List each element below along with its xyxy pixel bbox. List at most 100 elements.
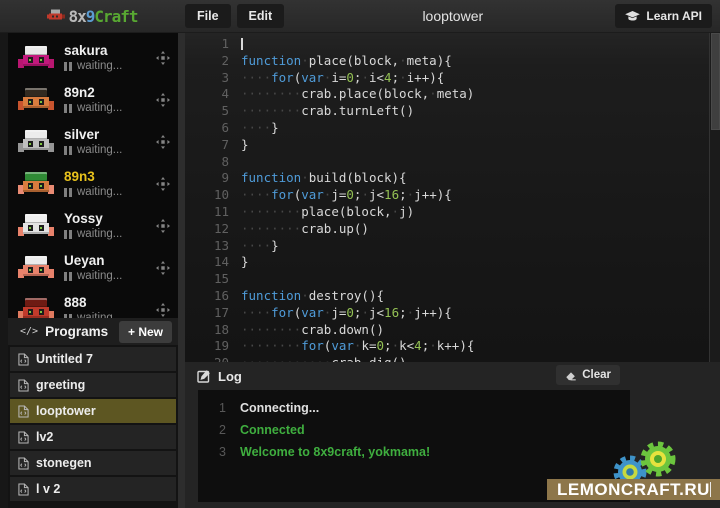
learn-api-button[interactable]: Learn API — [615, 4, 712, 28]
code-line[interactable]: 6 ····} — [185, 120, 720, 137]
pause-icon — [64, 230, 72, 239]
player-name: 888 — [64, 295, 156, 311]
programs-header: </> Programs + New — [8, 318, 178, 345]
player-status-row: waiting... — [64, 228, 156, 241]
log-line-number: 1 — [198, 397, 240, 419]
code-line[interactable]: 13 ····} — [185, 238, 720, 255]
code-line[interactable]: 15 — [185, 271, 720, 288]
line-code — [241, 154, 720, 171]
log-text: Connecting... — [240, 397, 319, 419]
line-number: 18 — [185, 322, 241, 339]
player-row[interactable]: silver waiting... — [8, 121, 178, 163]
line-code: function·destroy(){ — [241, 288, 720, 305]
code-line[interactable]: 7 } — [185, 137, 720, 154]
code-line[interactable]: 10 ····for(var·j=0;·j<16;·j++){ — [185, 187, 720, 204]
player-row[interactable]: 888 waiting... — [8, 289, 178, 318]
program-row[interactable]: Untitled 7 — [10, 347, 176, 371]
code-line[interactable]: 18 ········crab.down() — [185, 322, 720, 339]
move-icon[interactable] — [156, 261, 170, 275]
file-code-icon — [18, 431, 29, 444]
learn-api-label: Learn API — [646, 9, 702, 23]
player-row[interactable]: sakura waiting... — [8, 37, 178, 79]
player-row[interactable]: 89n3 waiting... — [8, 163, 178, 205]
file-menu-button[interactable]: File — [185, 4, 231, 28]
move-icon[interactable] — [156, 219, 170, 233]
code-line[interactable]: 9 function·build(block){ — [185, 170, 720, 187]
player-list: sakura waiting... 89n2 waiting... — [8, 33, 178, 318]
player-row[interactable]: Yossy waiting... — [8, 205, 178, 247]
player-avatar — [18, 45, 54, 72]
editor-scrollbar[interactable] — [709, 33, 720, 362]
pause-icon — [64, 62, 72, 71]
player-name: silver — [64, 127, 156, 143]
file-code-icon — [18, 457, 29, 470]
code-editor[interactable]: 1 2 function·place(block,·meta){ 3 ····f… — [185, 33, 720, 362]
player-row[interactable]: Ueyan waiting... — [8, 247, 178, 289]
watermark-banner: LEMONCRAFT.RU — [547, 479, 720, 500]
player-info: 89n2 waiting... — [64, 85, 156, 116]
program-row[interactable]: l v 2 — [10, 477, 176, 501]
player-status: waiting... — [77, 186, 122, 199]
code-line[interactable]: 20 ············crab.dig() — [185, 355, 720, 362]
move-icon[interactable] — [156, 93, 170, 107]
code-line[interactable]: 16 function·destroy(){ — [185, 288, 720, 305]
player-status-row: waiting... — [64, 186, 156, 199]
file-code-icon — [18, 353, 29, 366]
line-code: ········crab.place(block,·meta) — [241, 86, 720, 103]
watermark-caret — [710, 482, 711, 497]
line-number: 8 — [185, 154, 241, 171]
move-icon[interactable] — [156, 51, 170, 65]
move-icon[interactable] — [156, 303, 170, 317]
code-line[interactable]: 11 ········place(block,·j) — [185, 204, 720, 221]
log-line-number: 2 — [198, 419, 240, 441]
line-code: ········crab.down() — [241, 322, 720, 339]
code-line[interactable]: 1 — [185, 36, 720, 53]
program-row[interactable]: greeting — [10, 373, 176, 397]
line-code: ····} — [241, 238, 720, 255]
line-number: 12 — [185, 221, 241, 238]
player-row[interactable]: 89n2 waiting... — [8, 79, 178, 121]
player-status-row: waiting... — [64, 144, 156, 157]
player-info: Yossy waiting... — [64, 211, 156, 242]
player-name: Ueyan — [64, 253, 156, 269]
code-line[interactable]: 19 ········for(var·k=0;·k<4;·k++){ — [185, 338, 720, 355]
pause-icon — [64, 104, 72, 113]
code-line[interactable]: 17 ····for(var·j=0;·j<16;·j++){ — [185, 305, 720, 322]
line-number: 9 — [185, 170, 241, 187]
scrollbar-thumb[interactable] — [711, 33, 720, 130]
top-bar: 8x9Craft File Edit looptower Learn API — [0, 0, 720, 33]
player-info: 89n3 waiting... — [64, 169, 156, 200]
log-title: Log — [218, 369, 242, 384]
edit-menu-button[interactable]: Edit — [237, 4, 285, 28]
code-line[interactable]: 4 ········crab.place(block,·meta) — [185, 86, 720, 103]
program-row[interactable]: lv2 — [10, 425, 176, 449]
line-code: ····for(var·j=0;·j<16;·j++){ — [241, 187, 720, 204]
code-line[interactable]: 3 ····for(var·i=0;·i<4;·i++){ — [185, 70, 720, 87]
player-name: Yossy — [64, 211, 156, 227]
clear-log-button[interactable]: Clear — [556, 365, 620, 385]
line-number: 11 — [185, 204, 241, 221]
move-icon[interactable] — [156, 177, 170, 191]
code-line[interactable]: 2 function·place(block,·meta){ — [185, 53, 720, 70]
move-icon[interactable] — [156, 135, 170, 149]
code-lines: 1 2 function·place(block,·meta){ 3 ····f… — [185, 33, 720, 362]
code-line[interactable]: 5 ········crab.turnLeft() — [185, 103, 720, 120]
program-list: Untitled 7 greeting looptower lv2 stoneg… — [8, 347, 178, 501]
player-status-row: waiting... — [64, 102, 156, 115]
code-line[interactable]: 12 ········crab.up() — [185, 221, 720, 238]
code-line[interactable]: 8 — [185, 154, 720, 171]
program-row[interactable]: looptower — [10, 399, 176, 423]
player-name: 89n3 — [64, 169, 156, 185]
player-status-row: waiting... — [64, 60, 156, 73]
player-name: 89n2 — [64, 85, 156, 101]
program-row[interactable]: stonegen — [10, 451, 176, 475]
line-code: ····for(var·i=0;·i<4;·i++){ — [241, 70, 720, 87]
app-logo: 8x9Craft — [0, 7, 185, 26]
crab-robot-icon — [47, 9, 65, 23]
line-number: 13 — [185, 238, 241, 255]
player-avatar — [18, 213, 54, 240]
log-line-number: 3 — [198, 441, 240, 463]
new-program-button[interactable]: + New — [119, 321, 172, 343]
code-line[interactable]: 14 } — [185, 254, 720, 271]
player-status: waiting... — [77, 228, 122, 241]
